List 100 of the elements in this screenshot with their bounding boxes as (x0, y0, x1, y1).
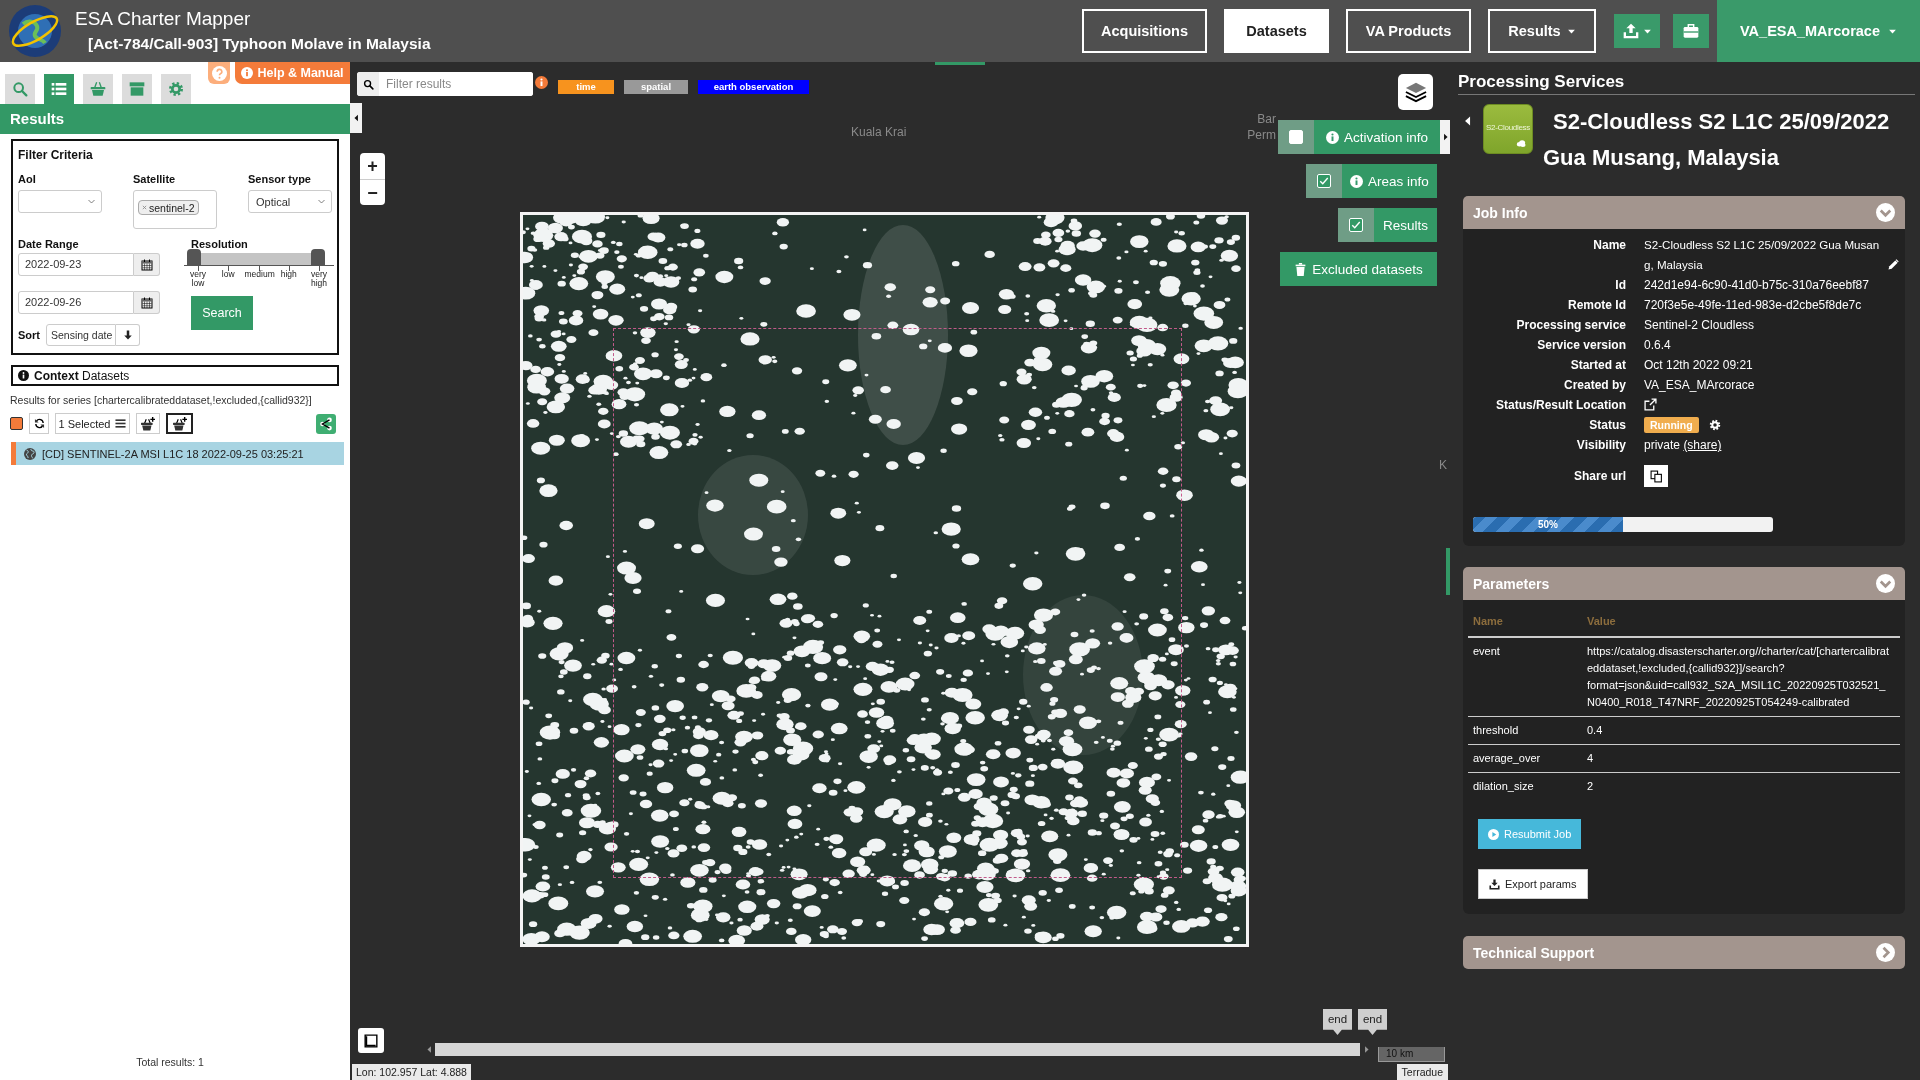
nav-tab[interactable]: Results (1488, 9, 1596, 53)
filter-title: Filter Criteria (18, 147, 94, 163)
checkbox[interactable] (1289, 130, 1303, 144)
field-label: Sensor type (248, 173, 312, 186)
date-input[interactable]: 2022-09-26 (18, 291, 134, 314)
scale-bar: 10 km (1378, 1047, 1445, 1062)
sidebar-tab[interactable] (161, 74, 191, 104)
field-value: S2-Cloudless S2 L1C 25/09/2022 Gua Musang, Malaysia (1644, 237, 1881, 273)
slider-handle[interactable] (187, 249, 201, 265)
field-value: 0.6.4 (1644, 338, 1671, 352)
sidebar-tab[interactable] (44, 74, 74, 104)
remove-icon[interactable] (142, 205, 147, 210)
caret-left-icon (352, 113, 360, 123)
column-header: Name (1472, 614, 1504, 629)
drawer-handle[interactable] (935, 62, 985, 65)
satellite-select[interactable]: sentinel-2 (133, 190, 217, 229)
search-icon (12, 81, 28, 97)
share-button[interactable] (316, 413, 336, 434)
archive-box-icon (129, 81, 145, 97)
map-frame-button[interactable] (358, 1028, 384, 1053)
layer-toggle[interactable]: Activation info (1278, 120, 1440, 154)
chevron-down-icon[interactable] (1876, 574, 1895, 593)
checkbox[interactable] (1317, 174, 1331, 188)
tick-label: low (220, 270, 236, 279)
arrow-down-icon (122, 330, 133, 340)
play-icon (1488, 828, 1499, 840)
series-description: Results for series [chartercalibrateddataset,!excluded,{callid932}] (10, 393, 313, 407)
table-cell-text: https://catalog.disasterscharter.org//charter/cat/[chartercalibrateddataset,!excluded,{callid932}]/search?format=json&uid=call932_S2A_MSIL1C_20220925T032521_N0400_R018_T47NRF_20220925T054249-calibrated (1586, 644, 1891, 710)
frame-icon (364, 1033, 378, 1048)
info-icon[interactable] (535, 76, 548, 89)
place-label: K (1439, 458, 1447, 473)
caret-right-icon[interactable] (1363, 1044, 1370, 1055)
share-link[interactable]: (share) (1683, 438, 1722, 452)
table-cell-text: 0.4 (1586, 723, 1604, 738)
list-icon (51, 81, 67, 97)
settings-icon (168, 81, 184, 97)
satellite-chip[interactable]: sentinel-2 (138, 200, 199, 215)
layer-toggle[interactable]: Results (1338, 208, 1437, 242)
excluded-datasets-button[interactable]: Excluded datasets (1280, 252, 1437, 286)
export-button[interactable]: Export params (1478, 869, 1588, 899)
filter-tag[interactable]: earth observation (698, 80, 809, 94)
timeline-track[interactable] (435, 1043, 1360, 1056)
place-label: Perm (1247, 128, 1276, 143)
filter-field[interactable]: Filter results (357, 72, 533, 96)
checkbox[interactable] (1349, 218, 1363, 232)
timeline-handle[interactable]: end (1323, 1009, 1352, 1035)
chevron-down-icon[interactable] (1876, 203, 1895, 222)
refresh-button[interactable] (29, 413, 49, 434)
zoom-button[interactable]: + (360, 153, 385, 179)
basket-plus-icon (141, 416, 155, 431)
settings-icon[interactable] (1708, 419, 1721, 431)
activation-title: [Act-784/Call-903] Typhoon Molave in Malaysia (88, 34, 431, 54)
field-value: Sentinel-2 Cloudless (1644, 318, 1755, 332)
calendar-button[interactable] (134, 291, 160, 314)
tick-label: high (279, 270, 298, 279)
upload-icon (1622, 23, 1639, 39)
section-title: Results (10, 110, 65, 127)
external-link-icon[interactable] (1644, 398, 1657, 411)
zoom-button[interactable]: − (360, 179, 385, 205)
context-datasets-header[interactable]: Context Datasets (11, 365, 339, 386)
search-button[interactable]: Search (191, 296, 253, 330)
caret-left-icon[interactable] (426, 1044, 433, 1055)
date-input[interactable]: 2022-09-23 (18, 253, 134, 276)
select-all-checkbox[interactable] (10, 417, 23, 430)
nav-tab[interactable]: Datasets (1224, 9, 1329, 53)
field-label: Date Range (18, 238, 80, 251)
sort-select[interactable]: Sensing date (46, 324, 116, 346)
layer-toggle[interactable]: Areas info (1306, 164, 1437, 198)
sort-direction-button[interactable] (116, 324, 140, 346)
edit-icon[interactable] (1888, 259, 1899, 270)
nav-tab[interactable]: Acquisitions (1082, 9, 1207, 53)
collapse-sidebar-button[interactable] (350, 103, 362, 133)
copy-icon (1649, 469, 1663, 483)
briefcase-button[interactable] (1673, 14, 1709, 48)
chevron-right-icon[interactable] (1876, 943, 1895, 962)
result-item[interactable]: [CD] SENTINEL-2A MSI L1C 18 2022-09-25 03:25:21 (11, 442, 344, 465)
selection-menu-button[interactable]: 1 Selected (55, 413, 130, 434)
field-label: Share url (1572, 468, 1626, 485)
layers-button[interactable] (1398, 74, 1433, 110)
collapse-panel-button[interactable] (1440, 120, 1450, 154)
calendar-icon (140, 296, 153, 309)
panel-header-title: Job Info (1473, 204, 1528, 221)
copy-button[interactable] (1644, 465, 1668, 487)
sidebar-tab[interactable] (122, 74, 152, 104)
progress-label: 50% (1538, 518, 1558, 531)
timeline-handle[interactable]: end (1358, 1009, 1387, 1035)
add-to-basket-button[interactable] (166, 413, 193, 434)
sensor-type-select[interactable]: Optical (248, 190, 332, 213)
briefcase-icon (1683, 23, 1699, 39)
calendar-button[interactable] (134, 253, 160, 276)
sidebar-tab[interactable] (5, 74, 35, 104)
info-icon (241, 67, 254, 79)
sidebar-tab[interactable] (83, 74, 113, 104)
resize-handle[interactable] (1446, 548, 1450, 595)
chevron-down-icon (317, 197, 326, 206)
upload-button[interactable] (1614, 14, 1660, 48)
job-title: S2-Cloudless S2 L1C 25/09/2022 Gua Musang, Malaysia (1543, 108, 1891, 172)
nav-tab[interactable]: VA Products (1346, 9, 1471, 53)
slider-handle[interactable] (311, 249, 325, 265)
layers-icon (1404, 81, 1427, 103)
